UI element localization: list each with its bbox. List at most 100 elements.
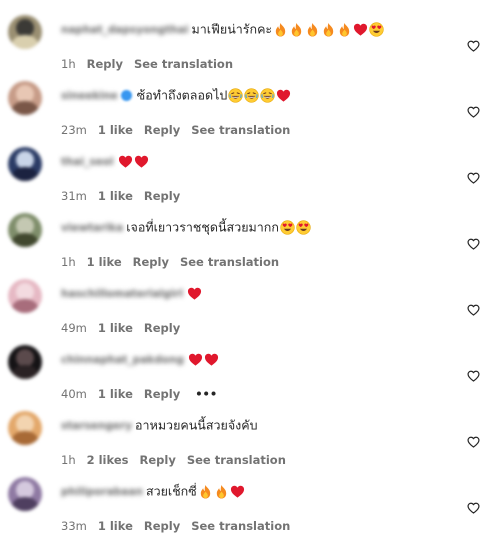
laugh-emoji-icon: [228, 88, 243, 103]
fire-emoji-icon: [305, 22, 320, 37]
timestamp: 31m: [61, 189, 87, 203]
see-translation-button[interactable]: See translation: [134, 57, 233, 71]
reply-button[interactable]: Reply: [144, 123, 180, 137]
heart-eyes-emoji-icon: [369, 22, 384, 37]
verified-badge-icon: [120, 90, 132, 101]
comment-meta: 33m 1 like Reply See translation: [61, 519, 301, 533]
comment-row: naphat_dapsyongthai มาเฟียน่ารักคะ 1h Reply…: [0, 12, 489, 78]
comment-row: philiporabaan สวยเช็กซี่ 33m 1 like Reply See…: [0, 474, 489, 540]
comment-row: thai_seol 31m 1 like Reply: [0, 144, 489, 210]
see-translation-button[interactable]: See translation: [187, 453, 286, 467]
fire-emoji-icon: [214, 484, 229, 499]
like-count[interactable]: 1 like: [98, 387, 133, 401]
avatar[interactable]: [8, 15, 42, 49]
laugh-emoji-icon: [244, 88, 259, 103]
laugh-emoji-icon: [260, 88, 275, 103]
like-count[interactable]: 1 like: [98, 189, 133, 203]
comment-text: อาหมวยคนนี้สวยจังคับ: [135, 417, 258, 433]
avatar-shadow: [12, 365, 38, 379]
comment-row: sineekine ซ้อทำถึงตลอดไป 23m 1 like Reply See…: [0, 78, 489, 144]
avatar[interactable]: [8, 81, 42, 115]
comment-meta: 1h Reply See translation: [61, 57, 244, 71]
username[interactable]: haschillomaterialgirl: [61, 284, 183, 304]
like-count[interactable]: 1 like: [87, 255, 122, 269]
comment-meta: 40m 1 like Reply •••: [61, 387, 228, 401]
reply-button[interactable]: Reply: [144, 387, 180, 401]
like-count[interactable]: 1 like: [98, 321, 133, 335]
avatar[interactable]: [8, 147, 42, 181]
avatar[interactable]: [8, 213, 42, 247]
avatar-shadow: [12, 167, 38, 181]
username[interactable]: thai_seol: [61, 152, 114, 172]
fire-emoji-icon: [321, 22, 336, 37]
fire-emoji-icon: [198, 484, 213, 499]
reply-button[interactable]: Reply: [144, 189, 180, 203]
comment-row: starsengery อาหมวยคนนี้สวยจังคับ 1h 2 likes…: [0, 408, 489, 474]
username[interactable]: starsengery: [61, 416, 132, 436]
reply-button[interactable]: Reply: [144, 321, 180, 335]
like-heart-icon[interactable]: [467, 304, 480, 316]
like-heart-icon[interactable]: [467, 172, 480, 184]
timestamp: 23m: [61, 123, 87, 137]
comment-meta: 1h 1 like Reply See translation: [61, 255, 290, 269]
like-heart-icon[interactable]: [467, 40, 480, 52]
comment-body: sineekine ซ้อทำถึงตลอดไป: [61, 85, 291, 105]
red-heart-emoji-icon: [353, 22, 368, 37]
like-count[interactable]: 1 like: [98, 519, 133, 533]
like-heart-icon[interactable]: [467, 436, 480, 448]
avatar-shadow: [12, 233, 38, 247]
avatar[interactable]: [8, 477, 42, 511]
username[interactable]: philiporabaan: [61, 482, 143, 502]
username[interactable]: chinnaphat_pakdong: [61, 350, 184, 370]
red-heart-emoji-icon: [134, 154, 149, 169]
comment-meta: 49m 1 like Reply: [61, 321, 191, 335]
comment-body: naphat_dapsyongthai มาเฟียน่ารักคะ: [61, 19, 384, 39]
like-heart-icon[interactable]: [467, 502, 480, 514]
comment-body: haschillomaterialgirl: [61, 283, 202, 303]
avatar-shadow: [12, 431, 38, 445]
avatar-shadow: [12, 497, 38, 511]
see-translation-button[interactable]: See translation: [191, 123, 290, 137]
username[interactable]: viewtarika: [61, 218, 123, 238]
see-translation-button[interactable]: See translation: [180, 255, 279, 269]
more-options-icon[interactable]: •••: [195, 387, 217, 401]
timestamp: 33m: [61, 519, 87, 533]
timestamp: 1h: [61, 255, 76, 269]
comment-body: chinnaphat_pakdong: [61, 349, 219, 369]
fire-emoji-icon: [337, 22, 352, 37]
comment-text: ซ้อทำถึงตลอดไป: [136, 87, 228, 103]
comment-list: naphat_dapsyongthai มาเฟียน่ารักคะ 1h Reply…: [0, 0, 489, 534]
avatar-shadow: [12, 35, 38, 49]
like-heart-icon[interactable]: [467, 370, 480, 382]
like-heart-icon[interactable]: [467, 106, 480, 118]
username[interactable]: naphat_dapsyongthai: [61, 20, 189, 40]
red-heart-emoji-icon: [188, 352, 203, 367]
comment-meta: 31m 1 like Reply: [61, 189, 191, 203]
fire-emoji-icon: [273, 22, 288, 37]
reply-button[interactable]: Reply: [144, 519, 180, 533]
fire-emoji-icon: [289, 22, 304, 37]
timestamp: 1h: [61, 57, 76, 71]
see-translation-button[interactable]: See translation: [191, 519, 290, 533]
comment-body: philiporabaan สวยเช็กซี่: [61, 481, 245, 501]
red-heart-emoji-icon: [276, 88, 291, 103]
reply-button[interactable]: Reply: [87, 57, 123, 71]
comment-body: starsengery อาหมวยคนนี้สวยจังคับ: [61, 415, 258, 435]
reply-button[interactable]: Reply: [139, 453, 175, 467]
avatar[interactable]: [8, 345, 42, 379]
timestamp: 40m: [61, 387, 87, 401]
username[interactable]: sineekine: [61, 86, 118, 106]
red-heart-emoji-icon: [118, 154, 133, 169]
comment-row: chinnaphat_pakdong 40m 1 like Reply •••: [0, 342, 489, 408]
red-heart-emoji-icon: [187, 286, 202, 301]
like-count[interactable]: 1 like: [98, 123, 133, 137]
like-count[interactable]: 2 likes: [87, 453, 129, 467]
like-heart-icon[interactable]: [467, 238, 480, 250]
timestamp: 1h: [61, 453, 76, 467]
red-heart-emoji-icon: [230, 484, 245, 499]
avatar[interactable]: [8, 279, 42, 313]
comment-row: haschillomaterialgirl 49m 1 like Reply: [0, 276, 489, 342]
avatar[interactable]: [8, 411, 42, 445]
reply-button[interactable]: Reply: [133, 255, 169, 269]
comment-meta: 23m 1 like Reply See translation: [61, 123, 301, 137]
